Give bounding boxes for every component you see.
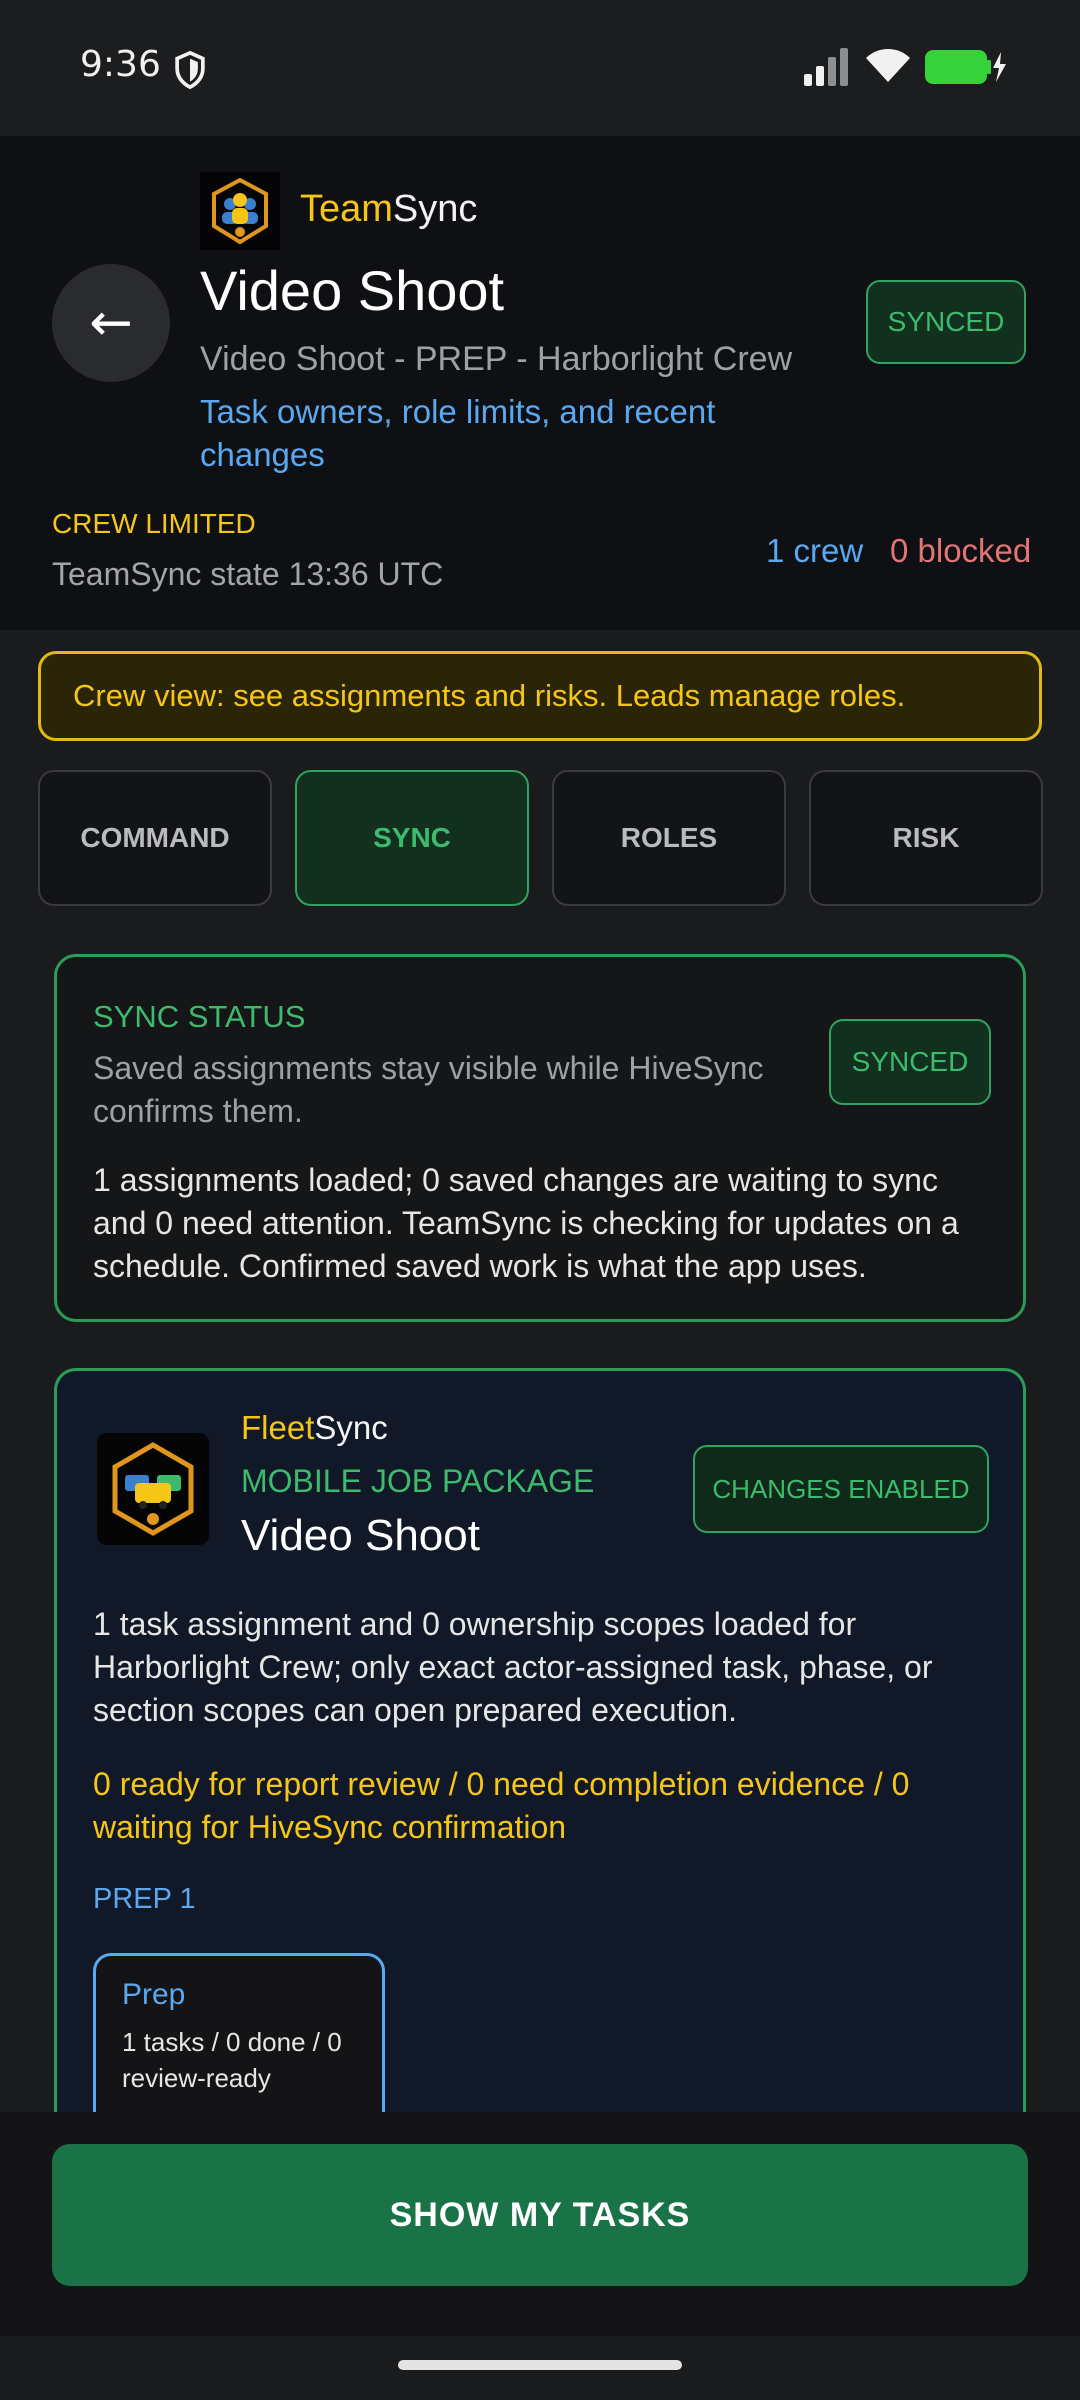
phase-stats: 1 tasks / 0 done / 0 review-ready (122, 2027, 342, 2093)
changes-enabled-badge: CHANGES ENABLED (693, 1445, 989, 1533)
page-description: Task owners, role limits, and recent cha… (200, 393, 716, 473)
package-title: Video Shoot (241, 1511, 480, 1560)
job-package-card: FleetSync MOBILE JOB PACKAGE Video Shoot… (54, 1368, 1026, 2128)
sync-status-body: 1 assignments loaded; 0 saved changes ar… (93, 1162, 959, 1284)
signal-icon (804, 48, 848, 86)
fleet-brand-accent: Fleet (241, 1409, 315, 1446)
shield-icon (175, 50, 205, 90)
synced-status-badge: SYNCED (866, 280, 1026, 364)
sync-status-subtitle: Saved assignments stay visible while Hiv… (93, 1050, 764, 1129)
bottom-action-bar: SHOW MY TASKS (0, 2112, 1080, 2336)
sync-status-card: SYNC STATUS Saved assignments stay visib… (54, 954, 1026, 1322)
package-review-status: 0 ready for report review / 0 need compl… (93, 1766, 910, 1845)
crew-view-notice: Crew view: see assignments and risks. Le… (38, 651, 1042, 741)
tab-risk[interactable]: RISK (809, 770, 1043, 906)
state-timestamp: TeamSync state 13:36 UTC (52, 556, 444, 592)
arrow-left-icon: ← (89, 293, 133, 353)
crew-count: 1 crew (766, 532, 864, 569)
back-button[interactable]: ← (52, 264, 170, 382)
brand-name-accent: Team (300, 188, 393, 230)
blocked-count: 0 blocked (890, 532, 1032, 569)
battery-charging-icon (925, 50, 1006, 84)
sync-status-title: SYNC STATUS (93, 999, 306, 1034)
fleetsync-logo (97, 1433, 209, 1545)
gesture-nav-area (0, 2336, 1080, 2400)
tab-command[interactable]: COMMAND (38, 770, 272, 906)
show-my-tasks-button[interactable]: SHOW MY TASKS (52, 2144, 1028, 2286)
wifi-icon (866, 49, 910, 82)
package-type-label: MOBILE JOB PACKAGE (241, 1463, 595, 1499)
app-header: ← TeamSync Video Shoot Video Shoot - PRE… (0, 136, 1080, 630)
teamsync-logo (200, 172, 280, 250)
brand-name: TeamSync (300, 188, 477, 231)
phase-section-label: PREP 1 (93, 1883, 196, 1915)
fleet-brand-name: FleetSync (241, 1409, 388, 1447)
page-title: Video Shoot (200, 259, 505, 322)
fleet-brand-rest: Sync (314, 1409, 388, 1446)
crew-limited-label: CREW LIMITED (52, 508, 256, 539)
tab-sync[interactable]: SYNC (295, 770, 529, 906)
package-summary: 1 task assignment and 0 ownership scopes… (93, 1606, 933, 1728)
phase-card-prep[interactable]: Prep 1 tasks / 0 done / 0 review-ready (93, 1953, 385, 2128)
status-time: 9:36 (80, 44, 161, 85)
status-bar: 9:36 (0, 0, 1080, 136)
page-subtitle: Video Shoot - PREP - Harborlight Crew (200, 340, 793, 378)
tab-roles[interactable]: ROLES (552, 770, 786, 906)
home-indicator[interactable] (398, 2360, 682, 2370)
sync-status-badge: SYNCED (829, 1019, 991, 1105)
phase-name: Prep (122, 1978, 186, 2011)
brand-name-rest: Sync (392, 188, 478, 230)
